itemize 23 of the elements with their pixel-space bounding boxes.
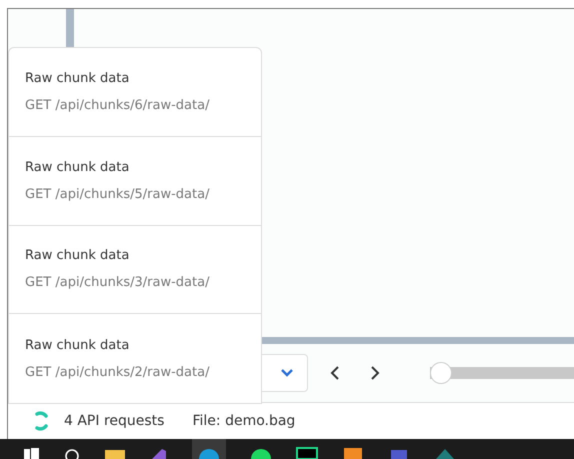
request-url: GET /api/chunks/6/raw-data/: [25, 98, 210, 113]
request-title: Raw chunk data: [25, 70, 130, 86]
request-title: Raw chunk data: [25, 248, 130, 264]
slider-thumb[interactable]: [430, 362, 452, 384]
chevron-left-icon: [330, 366, 340, 380]
request-url: GET /api/chunks/2/raw-data/: [25, 364, 210, 380]
request-count[interactable]: 4 API requests: [64, 413, 164, 430]
folder-icon[interactable]: [104, 447, 126, 459]
request-item[interactable]: Raw chunk data GET /api/chunks/6/raw-data/: [9, 48, 261, 137]
search-icon[interactable]: [64, 447, 80, 459]
chevron-right-icon: [370, 366, 380, 380]
request-title: Raw chunk data: [25, 338, 130, 353]
chevron-down-icon: [281, 369, 293, 378]
request-title: Raw chunk data: [25, 160, 130, 175]
spinner-icon: [34, 411, 48, 432]
request-url: GET /api/chunks/5/raw-data/: [25, 186, 210, 202]
windows-icon[interactable]: [22, 447, 40, 459]
file-name: File: demo.bag: [192, 413, 296, 430]
splitter[interactable]: [66, 9, 74, 49]
request-item[interactable]: Raw chunk data GET /api/chunks/2/raw-data/: [9, 314, 261, 403]
request-item[interactable]: Raw chunk data GET /api/chunks/3/raw-data/: [9, 226, 261, 314]
request-url: GET /api/chunks/3/raw-data/: [25, 275, 210, 290]
request-item[interactable]: Raw chunk data GET /api/chunks/5/raw-data/: [9, 136, 261, 226]
